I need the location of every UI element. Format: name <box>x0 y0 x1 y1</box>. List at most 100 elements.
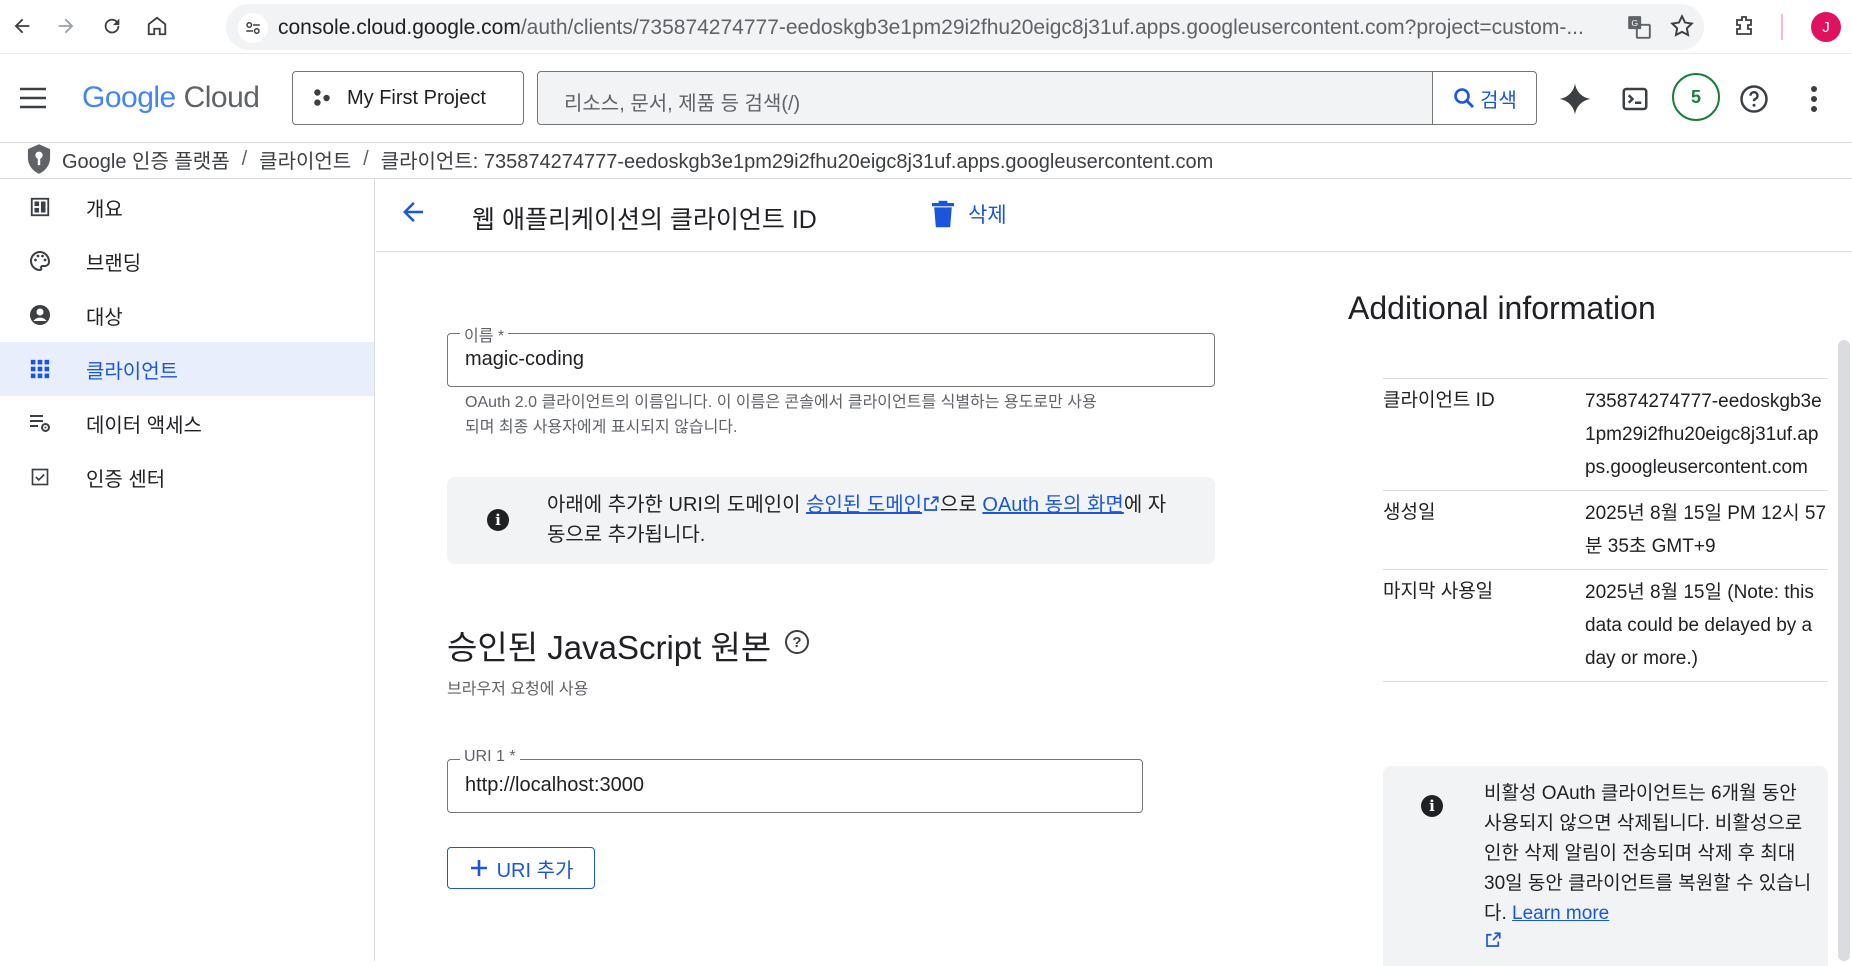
trash-icon <box>932 200 954 228</box>
oauth-consent-screen-link[interactable]: OAuth 동의 화면 <box>982 494 1123 516</box>
more-vert-icon[interactable] <box>1790 75 1838 123</box>
search-input[interactable]: 리소스, 문서, 제품 등 검색(/) 검색 <box>537 71 1537 125</box>
info-icon: i <box>1421 795 1443 817</box>
svg-text:G: G <box>1631 18 1638 28</box>
uri-field[interactable]: URI 1 * http://localhost:3000 <box>447 748 1143 813</box>
data-settings-icon <box>26 409 54 437</box>
reload-icon[interactable] <box>94 8 130 44</box>
info-value: 735874274777-eedoskgb3e1pm29i2fhu20eigc8… <box>1585 391 1822 478</box>
name-hint-line: 되며 최종 사용자에게 표시되지 않습니다. <box>465 419 738 436</box>
uri-field-value: http://localhost:3000 <box>465 774 645 796</box>
help-icon[interactable]: ? <box>785 630 809 654</box>
sidebar-item-clients[interactable]: 클라이언트 <box>0 342 374 396</box>
info-value: 2025년 8월 15일 (Note: this data could be d… <box>1585 582 1814 669</box>
palette-icon <box>26 247 54 275</box>
gemini-spark-icon[interactable] <box>1551 75 1599 123</box>
toolbar-divider <box>1781 14 1783 40</box>
search-placeholder: 리소스, 문서, 제품 등 검색(/) <box>564 93 801 115</box>
bookmark-star-icon[interactable] <box>1669 13 1695 44</box>
info-key: 생성일 <box>1383 502 1436 523</box>
url-text: console.cloud.google.com/auth/clients/73… <box>278 16 1584 39</box>
notifications-count-badge[interactable]: 5 <box>1672 73 1720 121</box>
info-row-last-used: 마지막 사용일 2025년 8월 15일 (Note: this data co… <box>1383 569 1828 682</box>
delete-button[interactable]: 삭제 <box>932 199 1007 229</box>
info-key: 마지막 사용일 <box>1383 581 1494 602</box>
sidebar: 개요 브랜딩 대상 클라이언트 데이터 액세스 인증 센터 <box>0 179 375 961</box>
sidebar-item-verification-center[interactable]: 인증 센터 <box>0 450 374 504</box>
dashboard-icon <box>26 193 54 221</box>
info-value: 2025년 8월 15일 PM 12시 57분 35초 GMT+9 <box>1585 503 1827 557</box>
breadcrumb-item-current: 클라이언트: 735874274777-eedoskgb3e1pm29i2fhu… <box>380 150 1214 173</box>
search-button-label: 검색 <box>1480 89 1517 112</box>
auth-shield-icon <box>27 144 51 174</box>
page-title: 웹 애플리케이션의 클라이언트 ID <box>472 206 817 234</box>
hamburger-menu-icon[interactable] <box>18 85 48 116</box>
js-origins-subtitle: 브라우저 요청에 사용 <box>447 681 589 698</box>
sidebar-item-branding[interactable]: 브랜딩 <box>0 234 374 288</box>
back-arrow-icon[interactable] <box>398 197 428 235</box>
name-field-label: 이름 * <box>460 322 509 346</box>
breadcrumb-separator: / <box>363 147 369 170</box>
project-name: My First Project <box>347 86 486 109</box>
name-hint-line: OAuth 2.0 클라이언트의 이름입니다. 이 이름은 콘솔에서 클라이언트… <box>465 394 1097 411</box>
scrollbar[interactable] <box>1838 340 1850 961</box>
domain-info-box: i 아래에 추가한 URI의 도메인이 승인된 도메인 으로 OAuth 동의 화… <box>447 477 1215 564</box>
breadcrumb-item-platform[interactable]: Google 인증 플랫폼 <box>62 145 230 174</box>
home-icon[interactable] <box>139 8 175 44</box>
add-uri-label: URI 추가 <box>496 859 574 882</box>
learn-more-link[interactable]: Learn more <box>1512 903 1609 924</box>
sidebar-item-data-access[interactable]: 데이터 액세스 <box>0 396 374 450</box>
google-cloud-logo[interactable]: Google Cloud <box>82 81 260 115</box>
forward-arrow-icon[interactable] <box>48 8 84 44</box>
authorized-domains-link[interactable]: 승인된 도메인 <box>806 494 922 516</box>
back-arrow-icon[interactable] <box>4 8 40 44</box>
breadcrumb-separator: / <box>241 147 248 170</box>
additional-info-title: Additional information <box>1348 290 1656 326</box>
external-link-icon <box>1486 932 1501 947</box>
translate-icon[interactable]: G <box>1626 14 1652 46</box>
sidebar-item-overview[interactable]: 개요 <box>0 180 374 234</box>
sidebar-item-audience[interactable]: 대상 <box>0 288 374 342</box>
add-uri-button[interactable]: URI 추가 <box>447 847 595 889</box>
sidebar-item-label: 브랜딩 <box>86 252 142 275</box>
breadcrumb: Google 인증 플랫폼 / 클라이언트 / 클라이언트: 735874274… <box>24 141 1213 177</box>
site-settings-icon[interactable] <box>238 13 268 43</box>
project-picker-button[interactable]: My First Project <box>292 71 524 125</box>
search-icon <box>1454 88 1475 108</box>
inactive-client-notice: i 비활성 OAuth 클라이언트는 6개월 동안 사용되지 않으면 삭제됩니다… <box>1383 766 1828 966</box>
delete-label: 삭제 <box>968 204 1007 227</box>
verified-check-icon <box>26 463 54 491</box>
additional-info-table: 클라이언트 ID 735874274777-eedoskgb3e1pm29i2f… <box>1383 378 1828 682</box>
name-hint: OAuth 2.0 클라이언트의 이름입니다. 이 이름은 콘솔에서 클라이언트… <box>465 390 1225 440</box>
extensions-icon[interactable] <box>1726 8 1762 44</box>
console-header: Google Cloud My First Project 리소스, 문서, 제… <box>0 55 1852 143</box>
sidebar-item-label: 클라이언트 <box>86 360 178 383</box>
domain-info-text: 아래에 추가한 URI의 도메인이 승인된 도메인 으로 OAuth 동의 화면에… <box>547 494 1167 546</box>
cloud-shell-terminal-icon[interactable] <box>1611 75 1659 123</box>
breadcrumb-item-clients[interactable]: 클라이언트 <box>259 145 351 174</box>
name-field[interactable]: 이름 * magic-coding <box>447 322 1215 387</box>
sidebar-item-label: 인증 센터 <box>86 468 166 491</box>
external-link-icon <box>924 496 939 511</box>
inactive-notice-text: 비활성 OAuth 클라이언트는 6개월 동안 사용되지 않으면 삭제됩니다. … <box>1484 779 1819 959</box>
js-origins-title: 승인된 JavaScript 원본 <box>447 629 772 666</box>
sidebar-item-label: 대상 <box>86 306 123 329</box>
apps-grid-icon <box>26 355 54 383</box>
search-button[interactable]: 검색 <box>1432 72 1536 124</box>
info-icon: i <box>487 509 509 531</box>
browser-toolbar: console.cloud.google.com/auth/clients/73… <box>0 0 1852 54</box>
profile-avatar[interactable]: J <box>1811 12 1841 42</box>
sidebar-item-label: 개요 <box>86 198 123 221</box>
account-circle-icon <box>26 301 54 329</box>
sidebar-item-label: 데이터 액세스 <box>86 414 202 437</box>
info-key: 클라이언트 ID <box>1383 390 1495 411</box>
info-row-created: 생성일 2025년 8월 15일 PM 12시 57분 35초 GMT+9 <box>1383 490 1828 569</box>
page-titlebar: 웹 애플리케이션의 클라이언트 ID 삭제 <box>376 179 1852 252</box>
plus-icon <box>470 860 487 876</box>
help-icon[interactable] <box>1730 75 1778 123</box>
name-field-value: magic-coding <box>465 348 584 370</box>
address-bar[interactable]: console.cloud.google.com/auth/clients/73… <box>226 4 1704 50</box>
uri-field-label: URI 1 * <box>460 748 520 766</box>
info-row-client-id: 클라이언트 ID 735874274777-eedoskgb3e1pm29i2f… <box>1383 378 1828 490</box>
project-dots-icon <box>314 89 330 106</box>
